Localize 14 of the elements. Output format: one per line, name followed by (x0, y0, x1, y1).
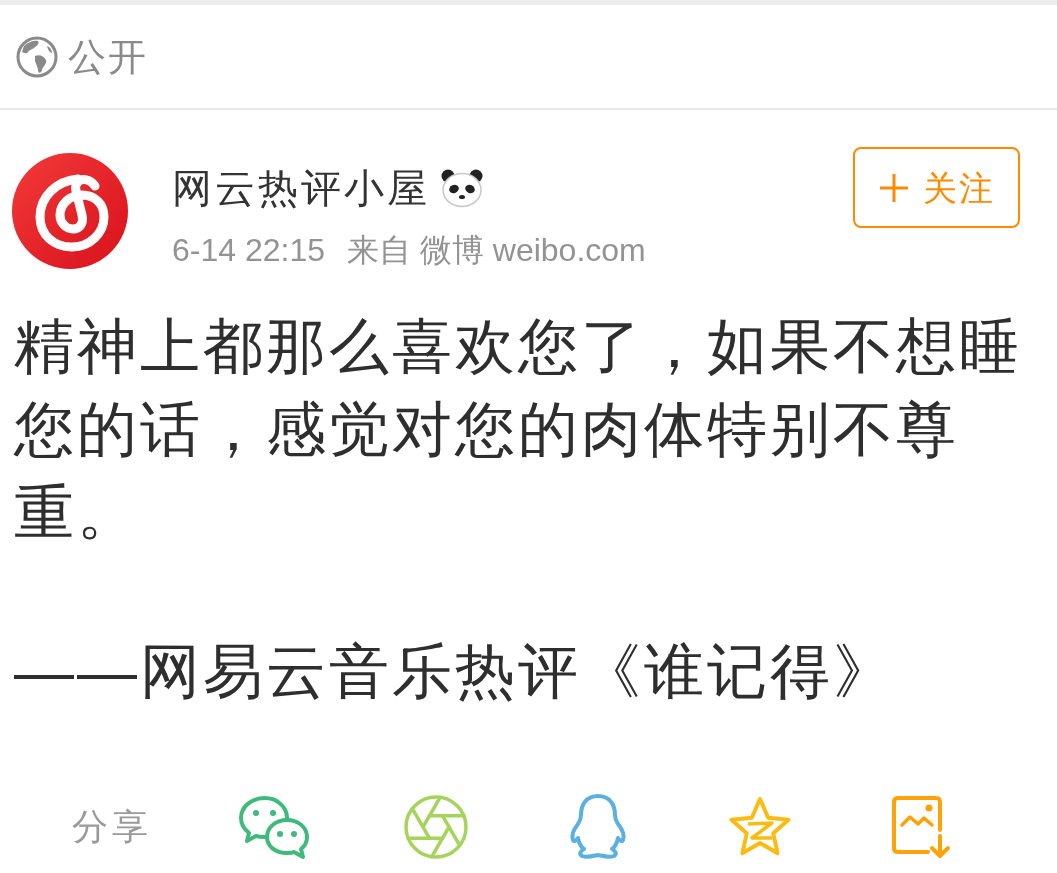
panda-icon (440, 168, 484, 208)
penguin-icon[interactable] (567, 793, 629, 861)
post-time: 6-14 22:15 (172, 231, 325, 270)
share-label: 分享 (72, 805, 152, 849)
globe-icon (16, 35, 58, 78)
chat-bubbles-icon[interactable] (237, 794, 311, 860)
post-text: ——网易云音乐热评《谁记得》 (14, 637, 897, 707)
visibility-label: 公开 (68, 34, 148, 80)
post-text: 精神上都那么喜欢您了，如果不想睡您的话，感觉对您的肉体特别不尊重。 (14, 312, 1023, 548)
post-source: 来自 微博 weibo.com (347, 231, 646, 270)
aperture-icon[interactable] (403, 794, 469, 860)
avatar-icon[interactable] (12, 153, 128, 269)
author-name[interactable]: 网云热评小屋 (172, 164, 430, 212)
plus-icon (878, 172, 909, 203)
